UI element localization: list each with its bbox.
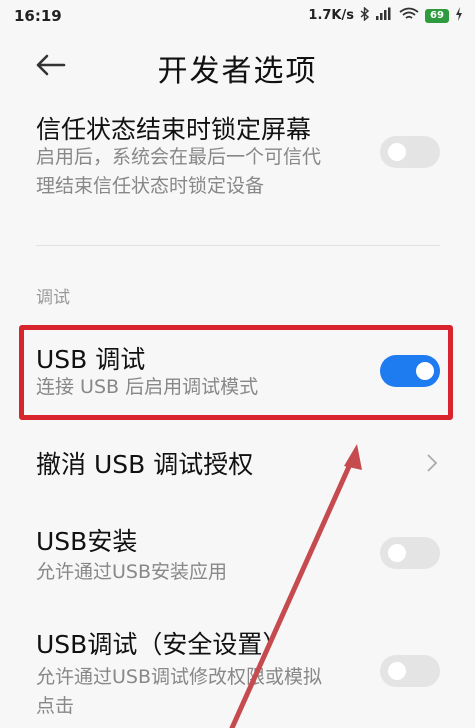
status-time: 16:19 (14, 7, 62, 25)
usb-debug-secure-toggle[interactable] (380, 655, 440, 687)
section-divider (36, 245, 440, 246)
usb-install-toggle[interactable] (380, 537, 440, 569)
status-bar: 16:19 1.7K/s 69 (0, 0, 475, 34)
setting-desc-line2: 点击 (36, 695, 75, 717)
revoke-usb-setting[interactable]: 撤消 USB 调试授权 (0, 430, 475, 500)
developer-options-screen: 16:19 1.7K/s 69 开发者选项 信任状态结束时锁定屏幕 启用后，系统… (0, 0, 475, 728)
trust-lock-setting[interactable]: 信任状态结束时锁定屏幕 启用后，系统会在最后一个可信代 理结束信任状态时锁定设备 (0, 98, 475, 238)
setting-desc-line1: 启用后，系统会在最后一个可信代 (36, 146, 322, 168)
setting-desc-line2: 理结束信任状态时锁定设备 (36, 175, 265, 197)
chevron-right-icon (425, 453, 439, 473)
status-icons: 1.7K/s 69 (308, 6, 463, 24)
bluetooth-icon (360, 6, 370, 24)
setting-title: 信任状态结束时锁定屏幕 (36, 115, 312, 144)
network-speed: 1.7K/s (308, 8, 354, 23)
setting-title: USB安装 (36, 527, 138, 556)
setting-title: 撤消 USB 调试授权 (36, 450, 254, 479)
toggle-knob (388, 662, 406, 680)
toggle-knob (388, 143, 406, 161)
section-label-debug: 调试 (36, 288, 70, 308)
header: 开发者选项 (0, 34, 475, 98)
setting-title: USB调试（安全设置） (36, 630, 288, 659)
trust-lock-toggle[interactable] (380, 136, 440, 168)
usb-install-setting[interactable]: USB安装 允许通过USB安装应用 (0, 510, 475, 605)
charging-icon (455, 7, 463, 24)
wifi-icon (399, 7, 419, 24)
setting-desc-line1: 允许通过USB调试修改权限或模拟 (36, 666, 323, 688)
usb-debug-secure-setting[interactable]: USB调试（安全设置） 允许通过USB调试修改权限或模拟 点击 (0, 615, 475, 728)
toggle-knob (388, 544, 406, 562)
highlight-box (19, 325, 453, 420)
battery-icon: 69 (425, 8, 449, 23)
page-title: 开发者选项 (157, 54, 318, 89)
setting-desc: 允许通过USB安装应用 (36, 561, 228, 583)
signal-icon (375, 7, 393, 24)
